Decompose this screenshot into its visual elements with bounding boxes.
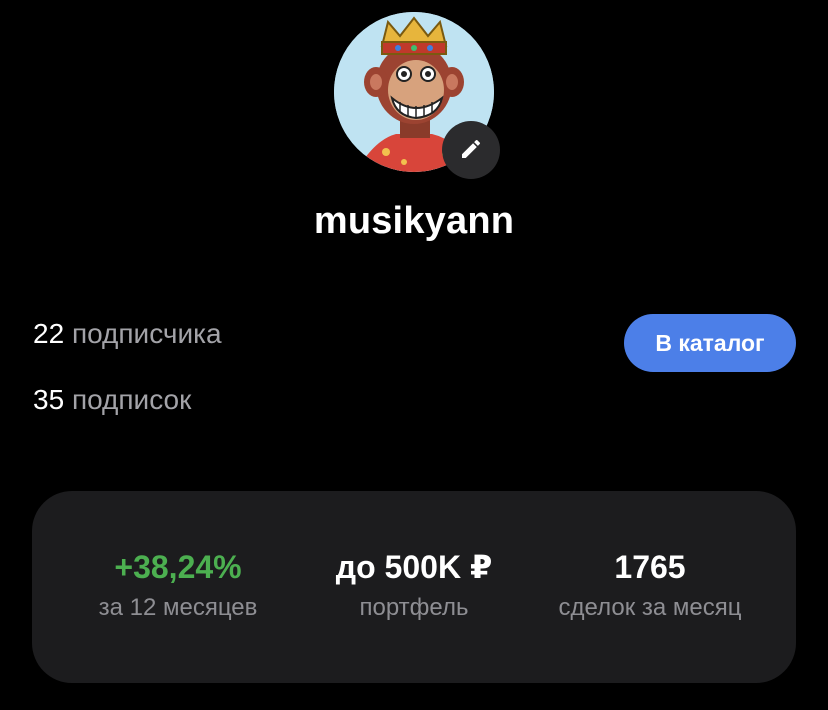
metric-return: +38,24% за 12 месяцев [58,548,298,623]
catalog-button[interactable]: В каталог [624,314,796,372]
metric-portfolio-value: до 500K ₽ [335,549,493,585]
stats-card: +38,24% за 12 месяцев до 500K ₽ портфель… [32,491,796,683]
metric-portfolio: до 500K ₽ портфель [294,548,534,623]
metric-return-caption: за 12 месяцев [98,594,258,621]
followers-count: 22 [33,318,65,349]
edit-avatar-button[interactable] [442,121,500,179]
metric-return-value: +38,24% [114,549,242,585]
following-count: 35 [33,384,65,415]
followers-stat[interactable]: 22 подписчика [33,318,222,350]
following-label: подписок [71,384,192,415]
metric-trades-caption: сделок за месяц [558,594,742,621]
followers-label: подписчика [71,318,222,349]
metric-trades-value: 1765 [614,549,686,585]
username: musikyann [313,200,515,242]
metric-trades: 1765 сделок за месяц [530,548,770,623]
metric-portfolio-caption: портфель [359,594,469,621]
pencil-icon [459,137,483,164]
following-stat[interactable]: 35 подписок [33,384,191,416]
